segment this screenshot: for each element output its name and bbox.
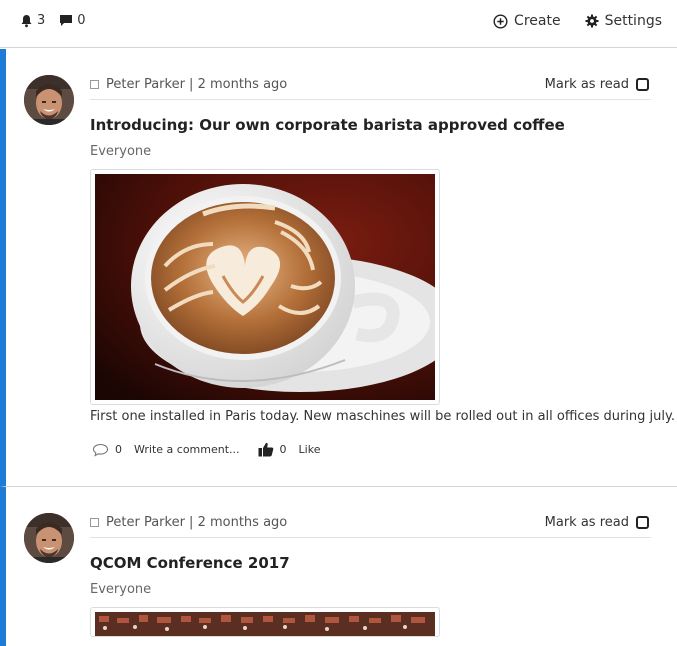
comment-action[interactable]: 0 Write a comment... [92, 443, 240, 457]
settings-label: Settings [604, 13, 662, 29]
post-audience: Everyone [90, 144, 152, 159]
bell-icon [21, 14, 32, 27]
news-feed: Peter Parker | 2 months ago Mark as read… [0, 49, 677, 646]
mark-as-read-label: Mark as read [544, 77, 629, 92]
post-meta: Peter Parker | 2 months ago Mark as read [90, 75, 651, 100]
gear-icon [585, 14, 599, 28]
post-title[interactable]: Introducing: Our own corporate barista a… [90, 116, 565, 134]
like-action[interactable]: 0 Like [258, 442, 321, 457]
post-author: Peter Parker | 2 months ago [90, 515, 287, 530]
author-and-time: Peter Parker | 2 months ago [106, 515, 288, 530]
write-comment-link[interactable]: Write a comment... [134, 443, 240, 456]
top-bar: 3 0 Create Settings [0, 0, 677, 48]
avatar[interactable] [24, 75, 74, 125]
post-title[interactable]: QCOM Conference 2017 [90, 554, 290, 572]
author-square-icon [90, 518, 99, 527]
post-actions: 0 Write a comment... 0 Like [92, 442, 338, 457]
post-author: Peter Parker | 2 months ago [90, 77, 287, 92]
like-link[interactable]: Like [299, 443, 321, 456]
plus-circle-icon [493, 13, 508, 29]
post-meta: Peter Parker | 2 months ago Mark as read [90, 513, 651, 538]
likes-count: 0 [279, 443, 287, 456]
top-actions: Create Settings [493, 13, 662, 29]
checkbox-icon[interactable] [636, 78, 649, 91]
notifications-counter[interactable]: 3 [20, 13, 45, 28]
post-image[interactable] [90, 169, 440, 405]
comment-icon [92, 443, 109, 457]
author-and-time: Peter Parker | 2 months ago [106, 77, 288, 92]
post-audience: Everyone [90, 582, 152, 597]
notifications-count: 3 [37, 13, 46, 28]
messages-counter[interactable]: 0 [59, 13, 86, 28]
create-label: Create [514, 13, 561, 29]
counters: 3 0 [20, 13, 100, 28]
avatar[interactable] [24, 513, 74, 563]
feed-post: Peter Parker | 2 months ago Mark as read… [0, 486, 677, 646]
post-body: First one installed in Paris today. New … [90, 409, 675, 424]
chat-icon [60, 15, 73, 26]
checkbox-icon[interactable] [636, 516, 649, 529]
mark-as-read-toggle[interactable]: Mark as read [545, 515, 649, 530]
author-square-icon [90, 80, 99, 89]
feed-post: Peter Parker | 2 months ago Mark as read… [0, 49, 677, 486]
settings-button[interactable]: Settings [585, 13, 662, 29]
comments-count: 0 [115, 443, 122, 456]
create-button[interactable]: Create [493, 13, 561, 29]
mark-as-read-toggle[interactable]: Mark as read [545, 77, 649, 92]
post-image[interactable] [90, 607, 440, 637]
thumbs-up-icon [258, 442, 273, 457]
mark-as-read-label: Mark as read [544, 515, 629, 530]
messages-count: 0 [77, 13, 86, 28]
